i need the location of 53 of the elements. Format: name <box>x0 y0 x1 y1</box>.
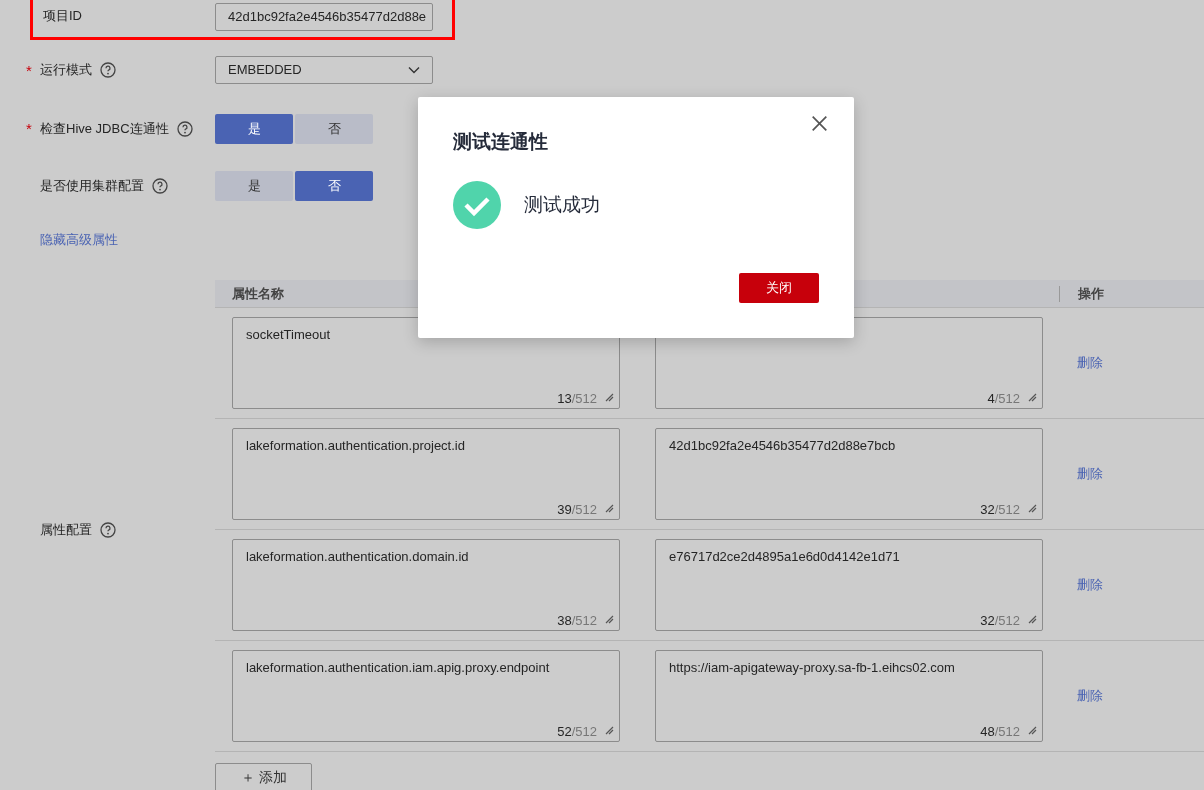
required-asterisk: * <box>26 120 32 137</box>
success-check-icon <box>453 181 501 229</box>
add-button[interactable]: ＋ 添加 <box>215 763 312 790</box>
close-icon[interactable] <box>811 115 828 132</box>
toggle-option[interactable]: 是 <box>215 113 293 144</box>
field-label: 是否使用集群配置 <box>40 176 144 195</box>
delete-link[interactable]: 删除 <box>1077 688 1103 703</box>
delete-link[interactable]: 删除 <box>1077 577 1103 592</box>
char-counter: 32/512 <box>980 613 1020 628</box>
field-label: 检查Hive JDBC连通性 <box>40 119 169 138</box>
textarea-field[interactable]: lakeformation.authentication.project.id 39/512 <box>232 428 620 520</box>
chevron-down-icon <box>408 66 420 74</box>
dialog-message: 测试成功 <box>524 193 600 217</box>
resize-handle-icon[interactable] <box>604 503 614 513</box>
run-mode-dropdown[interactable]: EMBEDDED <box>215 56 433 84</box>
column-header: 操作 <box>1078 285 1104 301</box>
resize-handle-icon[interactable] <box>1027 725 1037 735</box>
char-counter: 38/512 <box>557 613 597 628</box>
delete-link[interactable]: 删除 <box>1077 466 1103 481</box>
help-icon[interactable] <box>100 522 116 538</box>
help-icon[interactable] <box>176 120 193 137</box>
column-header: 属性名称 <box>232 285 284 301</box>
project-id-field[interactable]: 42d1bc92fa2e4546b35477d2d88e <box>215 3 433 31</box>
toggle-option[interactable]: 是 <box>215 170 293 201</box>
delete-link[interactable]: 删除 <box>1077 355 1103 370</box>
hide-advanced-link[interactable]: 隐藏高级属性 <box>40 231 118 249</box>
resize-handle-icon[interactable] <box>1027 392 1037 402</box>
textarea-field[interactable]: lakeformation.authentication.iam.apig.proxy.endpoint 52/512 <box>232 650 620 742</box>
close-button[interactable]: 关闭 <box>739 273 819 303</box>
char-counter: 52/512 <box>557 724 597 739</box>
help-icon[interactable] <box>100 62 116 78</box>
toggle-option[interactable]: 否 <box>295 113 373 144</box>
resize-handle-icon[interactable] <box>604 614 614 624</box>
help-icon[interactable] <box>152 177 168 194</box>
resize-handle-icon[interactable] <box>604 392 614 402</box>
field-label: 项目ID <box>43 7 83 25</box>
char-counter: 39/512 <box>557 502 597 517</box>
char-counter: 13/512 <box>557 391 597 406</box>
field-label: 属性配置 <box>40 521 92 539</box>
dialog-title: 测试连通性 <box>453 130 548 154</box>
textarea-field[interactable]: 42d1bc92fa2e4546b35477d2d88e7bcb 32/512 <box>655 428 1043 520</box>
resize-handle-icon[interactable] <box>1027 614 1037 624</box>
char-counter: 32/512 <box>980 502 1020 517</box>
toggle-option[interactable]: 否 <box>295 170 373 201</box>
textarea-field[interactable]: e76717d2ce2d4895a1e6d0d4142e1d71 32/512 <box>655 539 1043 631</box>
textarea-field[interactable]: lakeformation.authentication.domain.id 38/512 <box>232 539 620 631</box>
resize-handle-icon[interactable] <box>604 725 614 735</box>
field-label: 运行模式 <box>40 61 92 79</box>
textarea-field[interactable]: https://iam-apigateway-proxy.sa-fb-1.eihcs02.com 48/512 <box>655 650 1043 742</box>
char-counter: 48/512 <box>980 724 1020 739</box>
required-asterisk: * <box>26 61 32 79</box>
char-counter: 4/512 <box>987 391 1020 406</box>
resize-handle-icon[interactable] <box>1027 503 1037 513</box>
